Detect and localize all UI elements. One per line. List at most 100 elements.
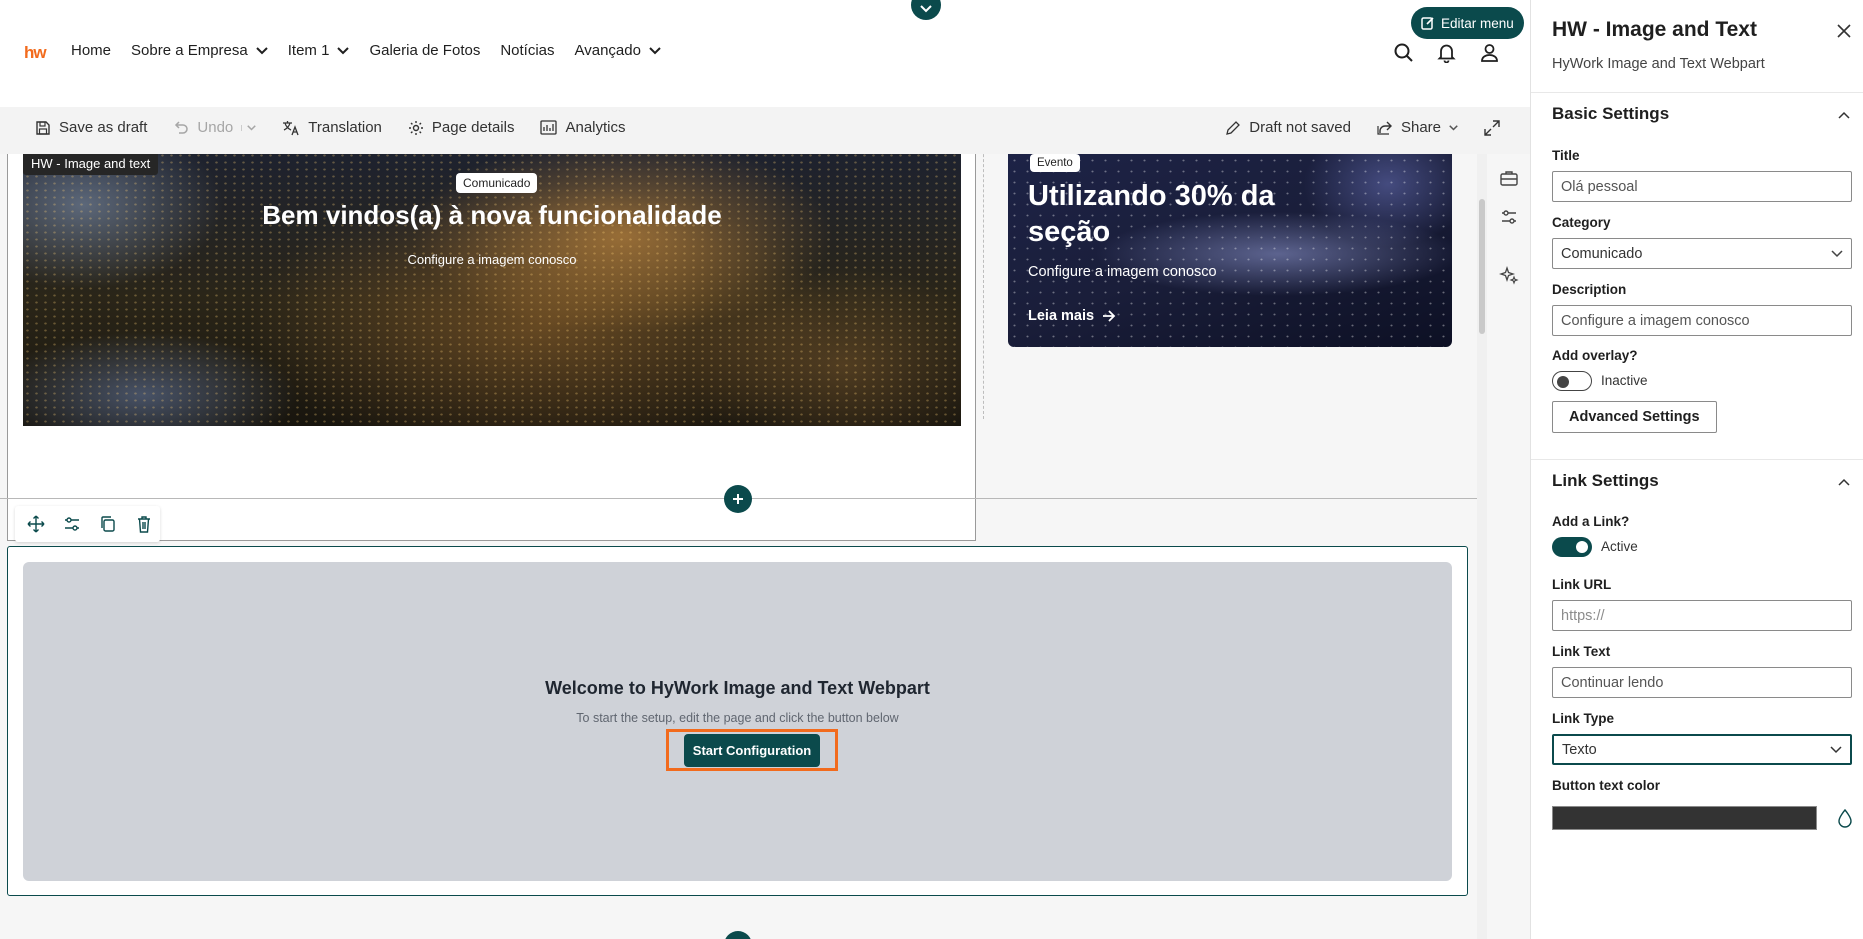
hero-description: Configure a imagem conosco (1028, 264, 1217, 280)
color-picker-icon[interactable] (1836, 808, 1854, 828)
link-type-select[interactable]: Texto (1552, 734, 1852, 765)
chevron-down-icon (920, 5, 932, 13)
nav-item-home[interactable]: Home (71, 42, 111, 59)
webpart-toolbar (15, 506, 160, 542)
overlay-label: Add overlay? (1552, 348, 1638, 363)
hero-title: Bem vindos(a) à nova funcionalidade (262, 200, 722, 230)
nav-item-galeria-de-fotos[interactable]: Galeria de Fotos (369, 42, 480, 59)
nav-item-sobre-a-empresa[interactable]: Sobre a Empresa (131, 42, 268, 59)
trash-icon[interactable] (133, 513, 155, 535)
title-input[interactable] (1552, 171, 1852, 202)
save-as-draft-label: Save as draft (59, 119, 148, 136)
overlay-state: Inactive (1601, 373, 1648, 388)
description-label: Description (1552, 282, 1627, 297)
site-logo[interactable]: hw (24, 43, 47, 63)
nav-item-label: Item 1 (287, 42, 330, 59)
nav-item-noticias[interactable]: Notícias (500, 42, 554, 59)
duplicate-icon[interactable] (97, 513, 119, 535)
user-icon[interactable] (1479, 42, 1500, 63)
save-icon (35, 120, 51, 136)
draft-status: Draft not saved (1225, 119, 1351, 136)
add-link-label: Add a Link? (1552, 514, 1630, 529)
link-settings-heading[interactable]: Link Settings (1552, 471, 1659, 491)
translation-button[interactable]: Translation (282, 119, 382, 136)
overlay-toggle[interactable] (1552, 371, 1592, 391)
expand-icon (1484, 119, 1500, 136)
chevron-down-icon (649, 46, 661, 55)
nav-item-label: Home (71, 42, 112, 59)
start-configuration-button[interactable]: Start Configuration (683, 733, 821, 767)
hero-image-galaxy[interactable]: Evento Utilizando 30% da seção Configure… (1008, 154, 1452, 347)
hero-description: Configure a imagem conosco (407, 252, 577, 267)
page-canvas: HW - Image and text Comunicado Bem vindo… (0, 154, 1477, 939)
hero-image-city[interactable]: Comunicado Bem vindos(a) à nova funciona… (23, 154, 961, 426)
link-url-input[interactable] (1552, 600, 1852, 631)
plus-icon (732, 493, 744, 505)
close-icon[interactable] (1835, 22, 1853, 40)
move-icon[interactable] (25, 513, 47, 535)
header-actions (1393, 42, 1500, 63)
arrow-right-icon (1102, 310, 1116, 322)
analytics-button[interactable]: Analytics (540, 119, 626, 136)
add-link-state: Active (1601, 539, 1638, 554)
share-label: Share (1400, 119, 1441, 136)
link-text-input[interactable] (1552, 667, 1852, 698)
button-text-color-swatch[interactable] (1552, 806, 1817, 830)
bell-icon[interactable] (1436, 42, 1457, 63)
highlight-frame: Start Configuration (666, 729, 838, 771)
nav-item-item-1[interactable]: Item 1 (288, 42, 350, 59)
button-text-color-label: Button text color (1552, 778, 1660, 793)
chevron-down-icon (337, 46, 350, 55)
chevron-down-icon[interactable] (241, 124, 257, 131)
chevron-up-icon[interactable] (1837, 108, 1851, 122)
section-image-and-text-1[interactable]: HW - Image and text Comunicado Bem vindo… (7, 154, 976, 541)
add-section-button[interactable] (724, 485, 752, 513)
section-image-and-text-2[interactable]: Welcome to HyWork Image and Text Webpart… (7, 546, 1468, 896)
add-link-toggle[interactable] (1552, 537, 1592, 557)
chevron-down-icon (256, 46, 268, 55)
nav-item-avancado[interactable]: Avançado (575, 42, 661, 59)
link-url-label: Link URL (1552, 577, 1612, 592)
sparkle-icon[interactable] (1499, 265, 1519, 285)
side-rail (1487, 154, 1530, 939)
chevron-up-icon[interactable] (1837, 475, 1851, 489)
read-more-label: Leia mais (1028, 308, 1095, 324)
basic-settings-heading[interactable]: Basic Settings (1552, 104, 1669, 124)
category-label: Category (1552, 215, 1611, 230)
undo-icon (173, 120, 189, 136)
search-icon[interactable] (1393, 42, 1414, 63)
divider (1531, 459, 1863, 460)
share-button[interactable]: Share (1377, 119, 1458, 136)
title-label: Title (1552, 148, 1580, 163)
gear-icon (408, 120, 424, 136)
placeholder-subtitle: To start the setup, edit the page and cl… (576, 711, 899, 725)
category-select[interactable]: Comunicado (1552, 238, 1852, 269)
link-type-select-value: Texto (1562, 741, 1597, 758)
expand-button[interactable] (1484, 119, 1500, 136)
page-details-label: Page details (431, 119, 515, 136)
pencil-icon (1225, 120, 1241, 136)
edit-menu-button[interactable]: Editar menu (1411, 7, 1524, 39)
scrollbar-thumb[interactable] (1479, 199, 1485, 334)
settings-sliders-icon[interactable] (61, 513, 83, 535)
settings-sliders-icon[interactable] (1499, 207, 1519, 227)
canvas-scrollbar[interactable] (1477, 154, 1487, 939)
undo-button[interactable]: Undo (173, 119, 257, 136)
placeholder-title: Welcome to HyWork Image and Text Webpart (545, 678, 930, 698)
add-section-button[interactable] (724, 931, 752, 939)
page-details-button[interactable]: Page details (408, 119, 515, 136)
read-more-link[interactable]: Leia mais (1028, 308, 1116, 324)
description-input[interactable] (1552, 305, 1852, 336)
nav-item-label: Avançado (574, 42, 641, 59)
save-as-draft-button[interactable]: Save as draft (35, 119, 147, 136)
chevron-down-icon (1449, 124, 1458, 131)
advanced-settings-button[interactable]: Advanced Settings (1552, 401, 1717, 433)
command-bar: Save as draft Undo Translation Page deta… (0, 107, 1530, 154)
link-type-label: Link Type (1552, 711, 1615, 726)
toolbox-icon[interactable] (1499, 168, 1519, 188)
site-header: hw Home Sobre a Empresa Item 1 Galeria d… (0, 0, 1530, 107)
analytics-label: Analytics (565, 119, 626, 136)
divider (1531, 92, 1863, 93)
site-nav: Home Sobre a Empresa Item 1 Galeria de F… (71, 42, 681, 59)
analytics-icon (540, 120, 558, 135)
